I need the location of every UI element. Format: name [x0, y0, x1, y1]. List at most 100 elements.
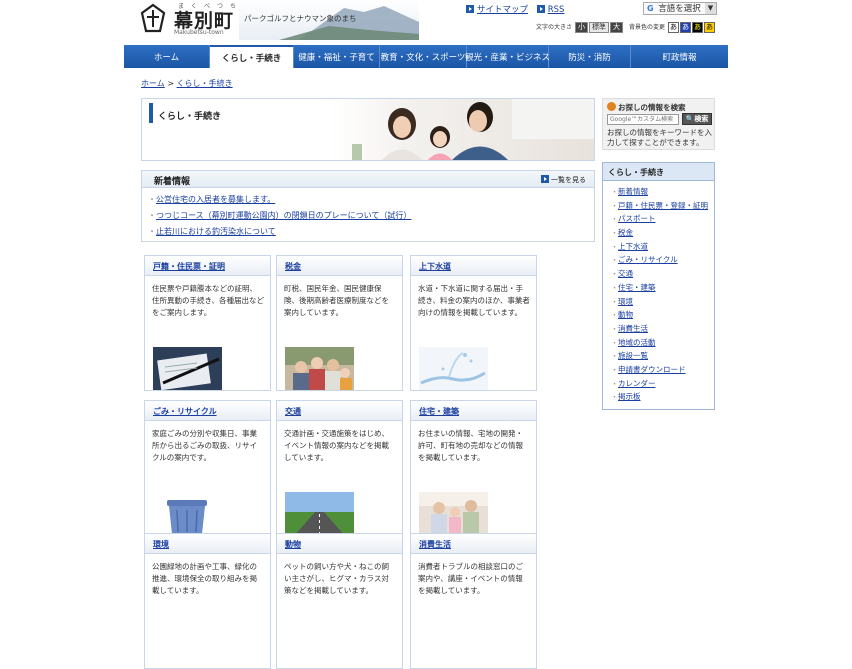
card-title-link[interactable]: 税金	[285, 262, 301, 271]
local-nav-link-traffic[interactable]: 交通	[618, 269, 633, 278]
search-input[interactable]	[607, 114, 679, 125]
local-nav-link-registry[interactable]: 戸籍・住民票・登録・証明	[618, 201, 708, 210]
color-blue-button[interactable]: あ	[679, 22, 691, 33]
background-color-label: 背景色の変更	[629, 24, 666, 31]
local-nav-link-facilities[interactable]: 施設一覧	[618, 351, 648, 360]
breadcrumb-current[interactable]: くらし・手続き	[177, 79, 233, 88]
news-item: 公営住宅の入居者を募集します。	[148, 194, 594, 210]
card-header: 動物	[277, 534, 402, 554]
card-header: 税金	[277, 256, 402, 276]
arrow-icon	[541, 175, 549, 183]
card-title-link[interactable]: 住宅・建築	[419, 407, 459, 416]
font-size-standard-button[interactable]: 標準	[588, 22, 609, 33]
news-link[interactable]: 止若川における釣汚染水について	[156, 227, 276, 236]
local-nav-item: 消費生活	[611, 323, 714, 337]
arrow-icon	[536, 5, 545, 13]
card-header: ごみ・リサイクル	[145, 401, 270, 421]
nav-living[interactable]: くらし・手続き	[210, 45, 294, 68]
card-title-link[interactable]: 環境	[153, 540, 169, 549]
nav-home[interactable]: ホーム	[124, 45, 210, 68]
font-size-small-button[interactable]: 小	[574, 22, 588, 33]
local-nav-item: 交通	[611, 268, 714, 282]
local-nav-item: 掲示板	[611, 391, 714, 405]
category-card-water: 上下水道 水道・下水道に関する届出・手続き、料金の案内のほか、事業者向けの情報を…	[410, 255, 537, 391]
local-nav-item: 新着情報	[611, 186, 714, 200]
card-header: 上下水道	[411, 256, 536, 276]
background-color-control: 背景色の変更 ああああ	[629, 22, 715, 33]
nav-health[interactable]: 健康・福祉・子育て	[294, 45, 380, 68]
search-button-label: 検索	[694, 115, 709, 123]
global-nav: ホーム くらし・手続き 健康・福祉・子育て 教育・文化・スポーツ 観光・産業・ビ…	[124, 45, 728, 68]
local-nav-title: くらし・手続き	[603, 163, 714, 181]
local-nav-item: 上下水道	[611, 241, 714, 255]
town-crest-icon	[140, 3, 166, 33]
local-nav-link-tax[interactable]: 税金	[618, 228, 633, 237]
nav-town-admin[interactable]: 町政情報	[631, 45, 728, 68]
language-select[interactable]: G 言語を選択 ▼	[643, 2, 717, 15]
family-photo	[285, 347, 354, 390]
page-title: くらし・手続き	[158, 112, 222, 122]
local-nav-item: 環境	[611, 296, 714, 310]
local-nav-link-garbage[interactable]: ごみ・リサイクル	[618, 255, 678, 264]
local-nav-link-housing[interactable]: 住宅・建築	[618, 283, 656, 292]
news-link[interactable]: 公営住宅の入居者を募集します。	[156, 195, 275, 204]
category-card-tax: 税金 町税、国民年金、国民健康保険、後期高齢者医療制度などを案内しています。	[276, 255, 403, 391]
color-white-button[interactable]: あ	[667, 22, 679, 33]
news-more-link[interactable]: 一覧を見る	[541, 175, 586, 185]
local-nav-link-animals[interactable]: 動物	[618, 310, 633, 319]
news-link[interactable]: つつじコース（幕別町運動公園内）の閉鎖日のプレーについて（試行）	[156, 211, 411, 220]
local-nav-link-water[interactable]: 上下水道	[618, 242, 648, 251]
local-nav-link-calendar[interactable]: カレンダー	[618, 379, 656, 388]
local-nav-link-community[interactable]: 地域の活動	[618, 338, 656, 347]
breadcrumb-home[interactable]: ホーム	[141, 79, 165, 88]
font-size-control: 文字の大きさ 小標準大	[536, 22, 623, 33]
card-title-link[interactable]: 消費生活	[419, 540, 451, 549]
card-title-link[interactable]: 交通	[285, 407, 301, 416]
chevron-down-icon: ▼	[705, 3, 716, 14]
card-header: 戸籍・住民票・証明	[145, 256, 270, 276]
page-banner: くらし・手続き	[141, 98, 595, 161]
local-nav-link-downloads[interactable]: 申請書ダウンロード	[618, 365, 686, 374]
nav-disaster[interactable]: 防災・消防	[549, 45, 631, 68]
card-title-link[interactable]: 戸籍・住民票・証明	[153, 262, 225, 271]
news-header: 新着情報 一覧を見る	[142, 171, 594, 188]
rss-link[interactable]: RSS	[548, 5, 565, 15]
search-help-text: お探しの情報をキーワードを入力して探すことができます。	[607, 128, 712, 147]
card-header: 住宅・建築	[411, 401, 536, 421]
local-nav-link-passport[interactable]: パスポート	[618, 214, 656, 223]
search-title: お探しの情報を検索	[607, 102, 686, 113]
local-nav-item: 税金	[611, 227, 714, 241]
news-box: 新着情報 一覧を見る 公営住宅の入居者を募集します。 つつじコース（幕別町運動公…	[141, 170, 595, 242]
local-nav-link-environment[interactable]: 環境	[618, 297, 633, 306]
card-description: 消費者トラブルの相談窓口のご案内や、講座・イベントの情報を掲載しています。	[418, 562, 523, 595]
local-nav-link-consumer[interactable]: 消費生活	[618, 324, 648, 333]
family-home-photo	[419, 492, 488, 535]
category-card-registry: 戸籍・住民票・証明 住民票や戸籍謄本などの証明、住所異動の手続き、各種届出などを…	[144, 255, 271, 391]
site-header: まくべつちょう 幕別町 Makubetsu-town パークゴルフとナウマン象の…	[124, 0, 728, 43]
font-size-large-button[interactable]: 大	[609, 22, 623, 33]
card-description: 水道・下水道に関する届出・手続き、料金の案内のほか、事業者向けの情報を掲載してい…	[418, 284, 530, 317]
card-title-link[interactable]: 動物	[285, 540, 301, 549]
search-button[interactable]: 🔍検索	[682, 113, 712, 125]
water-splash-photo	[419, 347, 488, 390]
card-title-link[interactable]: 上下水道	[419, 262, 451, 271]
news-list: 公営住宅の入居者を募集します。 つつじコース（幕別町運動公園内）の閉鎖日のプレー…	[142, 188, 594, 242]
local-nav: くらし・手続き 新着情報 戸籍・住民票・登録・証明 パスポート 税金 上下水道 …	[602, 162, 715, 410]
local-nav-item: 地域の活動	[611, 337, 714, 351]
card-description: 町税、国民年金、国民健康保険、後期高齢者医療制度などを案内しています。	[284, 284, 389, 317]
color-black-button[interactable]: あ	[691, 22, 703, 33]
town-tagline: パークゴルフとナウマン象のまち	[244, 14, 357, 23]
sitemap-link[interactable]: サイトマップ	[477, 5, 528, 15]
local-nav-item: ごみ・リサイクル	[611, 254, 714, 268]
color-yellow-button[interactable]: あ	[703, 22, 715, 33]
google-translate-icon: G	[647, 4, 654, 13]
local-nav-link-board[interactable]: 掲示板	[618, 392, 641, 401]
local-nav-item: 住宅・建築	[611, 282, 714, 296]
category-card-consumer: 消費生活 消費者トラブルの相談窓口のご案内や、講座・イベントの情報を掲載していま…	[410, 533, 537, 669]
card-title-link[interactable]: ごみ・リサイクル	[153, 407, 217, 416]
nav-education[interactable]: 教育・文化・スポーツ	[380, 45, 467, 68]
card-header: 消費生活	[411, 534, 536, 554]
nav-tourism[interactable]: 観光・産業・ビジネス	[465, 45, 550, 68]
news-more-label: 一覧を見る	[551, 176, 586, 184]
local-nav-link-news[interactable]: 新着情報	[618, 187, 648, 196]
